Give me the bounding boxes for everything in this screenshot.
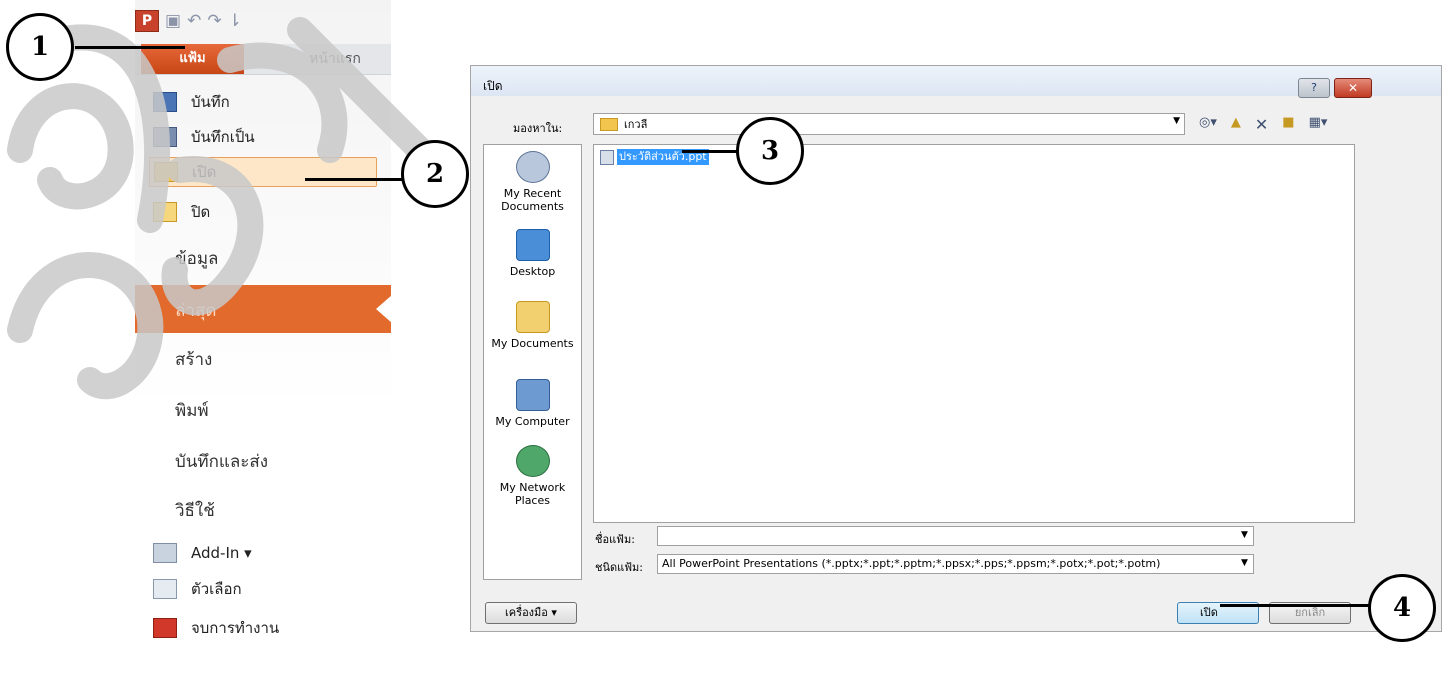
callout-line-2 [305, 178, 405, 181]
callout-1: 1 [6, 13, 74, 81]
filetype-dropdown[interactable]: All PowerPoint Presentations (*.pptx;*.p… [657, 554, 1254, 574]
menu-save-as[interactable]: บันทึกเป็น [149, 122, 377, 152]
section-recent-label: ล่าสุด [175, 301, 217, 321]
place-documents-label: My Documents [491, 337, 574, 350]
place-recent[interactable]: My Recent Documents [484, 151, 581, 213]
redo-icon[interactable]: ↷ [207, 11, 221, 31]
filename-input[interactable] [657, 526, 1254, 546]
dialog-title: เปิด [483, 79, 503, 93]
exit-icon [153, 618, 177, 638]
save-as-icon [153, 127, 177, 147]
menu-close[interactable]: ปิด [149, 197, 377, 227]
options-icon [153, 579, 177, 599]
look-in-value: เกวลี [624, 118, 648, 131]
chevron-down-icon[interactable]: ▼ [1241, 530, 1248, 540]
section-new[interactable]: สร้าง [175, 346, 212, 373]
back-icon[interactable]: ◎▾ [1199, 115, 1217, 134]
menu-options[interactable]: ตัวเลือก [149, 574, 377, 604]
menu-exit-label: จบการทำงาน [191, 619, 280, 637]
look-in-dropdown[interactable]: เกวลี ▼ [593, 113, 1185, 135]
help-button[interactable]: ? [1298, 78, 1330, 98]
dialog-toolbar: ◎▾ ▲ ✕ ■ ▦▾ [1199, 115, 1327, 134]
recent-documents-icon [515, 151, 550, 183]
folder-icon [600, 117, 618, 131]
section-save-send[interactable]: บันทึกและส่ง [175, 448, 268, 475]
undo-icon[interactable]: ↶ [187, 11, 201, 31]
place-network-label: My Network Places [499, 481, 566, 507]
filetype-label: ชนิดแฟ้ม: [595, 561, 643, 574]
callout-line-4 [1220, 604, 1370, 607]
look-in-label: มองหาใน: [513, 122, 563, 135]
menu-save-as-label: บันทึกเป็น [191, 128, 255, 146]
place-computer-label: My Computer [495, 415, 570, 428]
menu-add-ins-label: Add-In ▾ [191, 544, 252, 562]
delete-icon[interactable]: ✕ [1255, 115, 1268, 134]
save-icon[interactable]: ▣ [165, 11, 181, 31]
section-help[interactable]: วิธีใช้ [175, 497, 215, 524]
section-recent[interactable]: ล่าสุด [135, 285, 392, 333]
menu-options-label: ตัวเลือก [191, 580, 242, 598]
tools-button[interactable]: เครื่องมือ ▾ [485, 602, 577, 624]
close-folder-icon [153, 202, 177, 222]
tab-home[interactable]: หน้าแรก [279, 44, 391, 74]
chevron-down-icon: ▼ [1173, 116, 1180, 126]
place-network[interactable]: My Network Places [484, 445, 581, 507]
views-icon[interactable]: ▦▾ [1309, 115, 1328, 134]
close-button[interactable]: ✕ [1334, 78, 1372, 98]
callout-4: 4 [1368, 574, 1436, 642]
dialog-titlebar: เปิด ? ✕ [471, 66, 1441, 98]
callout-2: 2 [401, 140, 469, 208]
place-recent-label: My Recent Documents [501, 187, 564, 213]
backstage-panel: P ▣ ↶ ↷ ⇂ แฟ้ม หน้าแรก บันทึก บันทึกเป็น… [135, 0, 392, 682]
customize-toolbar-icon[interactable]: ⇂ [228, 11, 242, 31]
up-folder-icon[interactable]: ▲ [1231, 115, 1241, 134]
file-list[interactable]: ประวัติส่วนตัว.ppt [593, 144, 1355, 523]
place-documents[interactable]: My Documents [484, 301, 581, 350]
place-desktop-label: Desktop [509, 265, 556, 278]
menu-exit[interactable]: จบการทำงาน [149, 613, 377, 643]
menu-save[interactable]: บันทึก [149, 87, 377, 117]
callout-line-3 [682, 150, 737, 153]
open-folder-icon [154, 162, 178, 182]
section-info[interactable]: ข้อมูล [175, 245, 218, 272]
quick-access-toolbar: P ▣ ↶ ↷ ⇂ [135, 10, 242, 32]
menu-add-ins[interactable]: Add-In ▾ [149, 538, 377, 568]
add-ins-icon [153, 543, 177, 563]
place-desktop[interactable]: Desktop [484, 229, 581, 278]
powerpoint-logo-icon: P [135, 10, 159, 32]
open-dialog: เปิด ? ✕ มองหาใน: เกวลี ▼ ◎▾ ▲ ✕ ■ ▦▾ My… [470, 65, 1442, 632]
chevron-down-icon[interactable]: ▼ [1241, 558, 1248, 568]
network-places-icon [515, 445, 550, 477]
new-folder-icon[interactable]: ■ [1282, 115, 1294, 134]
menu-open-label: เปิด [192, 163, 217, 181]
selected-arrow [376, 295, 392, 323]
my-computer-icon [515, 379, 550, 411]
filename-label: ชื่อแฟ้ม: [595, 533, 635, 546]
place-computer[interactable]: My Computer [484, 379, 581, 428]
desktop-icon [515, 229, 550, 261]
menu-close-label: ปิด [191, 203, 211, 221]
presentation-file-icon [600, 149, 614, 165]
places-bar: My Recent Documents Desktop My Documents… [483, 144, 582, 580]
menu-open[interactable]: เปิด [149, 157, 377, 187]
callout-line-1 [75, 46, 185, 49]
my-documents-icon [515, 301, 550, 333]
save-icon [153, 92, 177, 112]
callout-3: 3 [736, 117, 804, 185]
section-print[interactable]: พิมพ์ [175, 397, 209, 424]
menu-save-label: บันทึก [191, 93, 230, 111]
